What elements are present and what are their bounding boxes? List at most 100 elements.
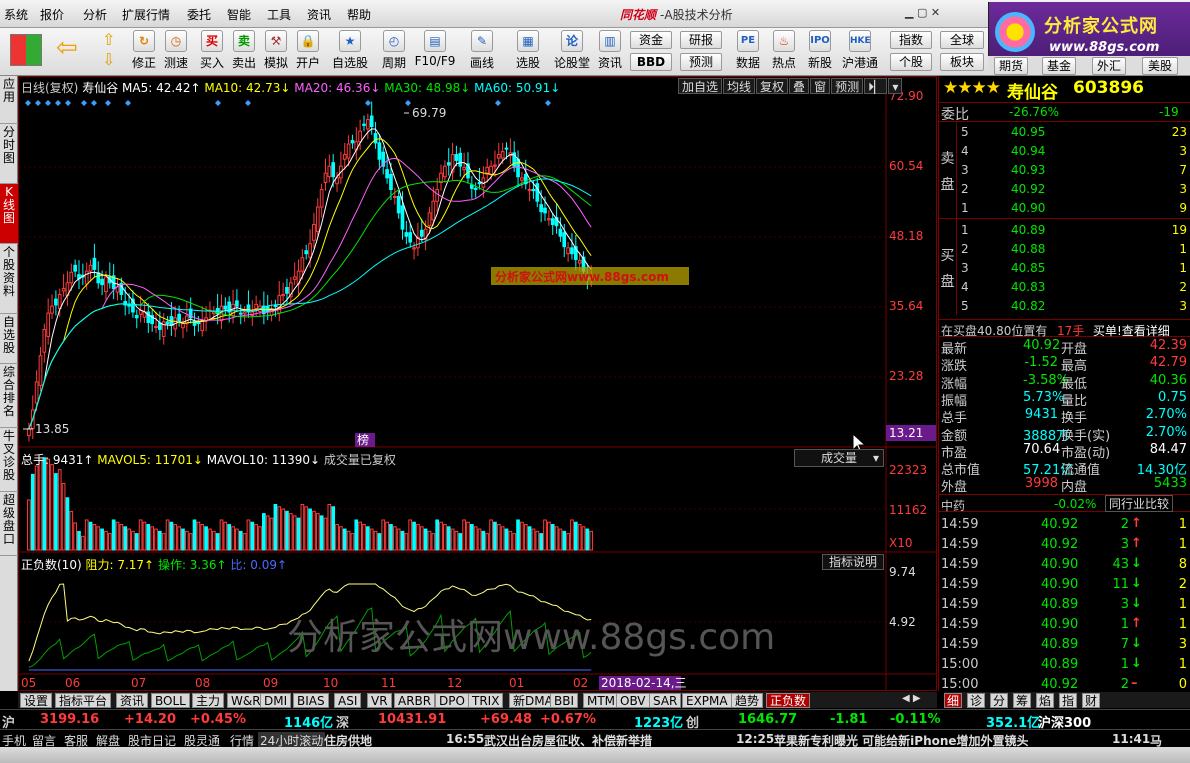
indicator-tab[interactable]: EXPMA — [682, 693, 732, 708]
us-stock-button[interactable]: 美股 — [1142, 57, 1178, 75]
add-watchlist-button[interactable]: 加自选 — [678, 78, 723, 94]
futures-button[interactable]: 期货 — [994, 57, 1028, 75]
capital-button[interactable]: 资金 — [630, 31, 672, 49]
order-row[interactable]: 3 40.85 1 — [939, 259, 1190, 277]
right-tab[interactable]: 细 — [944, 693, 962, 708]
forecast-button[interactable]: 预测 — [680, 53, 722, 71]
side-tab-watchlist[interactable]: 自选股 — [0, 314, 18, 364]
watchlist-button[interactable]: ★ 自选股 — [330, 30, 370, 71]
indicator-tab[interactable]: VR — [367, 693, 392, 708]
indicator-tab[interactable]: TRIX — [468, 693, 504, 708]
back-arrow-icon[interactable]: ⇦ — [56, 34, 86, 64]
down-arrow-icon[interactable]: ⇩ — [102, 50, 115, 69]
tab-scroll-arrows[interactable]: ◀ ▶ — [902, 693, 921, 704]
fix-button[interactable]: ↻ 修正 — [128, 30, 160, 71]
sz-index[interactable]: 10431.91 — [378, 712, 446, 727]
order-row[interactable]: 2 40.88 1 — [939, 240, 1190, 258]
more-chevron-icon[interactable]: ▾ — [888, 78, 903, 94]
menu-tools[interactable]: 工具 — [267, 6, 291, 23]
up-arrow-icon[interactable]: ⇧ — [102, 30, 115, 49]
ma-button[interactable]: 均线 — [723, 78, 756, 94]
indicator-tab[interactable]: SAR — [649, 693, 682, 708]
volume-select[interactable]: 成交量 ▾ — [794, 449, 884, 467]
indicator-tab[interactable]: 设置 — [20, 693, 53, 708]
sh-index[interactable]: 3199.16 — [40, 712, 99, 727]
indicator-tab[interactable]: BBI — [550, 693, 579, 708]
order-row[interactable]: 1 40.89 19 — [939, 221, 1190, 239]
menu-trade[interactable]: 委托 — [187, 6, 211, 23]
indicator-tab[interactable]: MTM — [583, 693, 620, 708]
research-button[interactable]: 研报 — [680, 31, 722, 49]
side-tab-profile[interactable]: 个股资料 — [0, 244, 18, 314]
right-tab[interactable]: 分 — [990, 693, 1008, 708]
order-row[interactable]: 2 40.92 3 — [939, 180, 1190, 198]
menu-analysis[interactable]: 分析 — [83, 6, 107, 23]
draw-line-button[interactable]: ✎ 画线 — [466, 30, 498, 71]
window-button[interactable]: 窗 — [810, 78, 831, 94]
ipo-button[interactable]: IPO 新股 — [804, 30, 836, 71]
chart-area[interactable]: 69.79 13.85 72.90 60.54 48.18 35.64 23.2… — [18, 76, 937, 691]
right-tab[interactable]: 焰 — [1036, 693, 1054, 708]
bbd-button[interactable]: BBD — [630, 53, 672, 71]
side-tab-diagnosis[interactable]: 牛叉诊股 — [0, 428, 18, 492]
windows-logo-icon[interactable] — [10, 34, 42, 66]
menu-quote[interactable]: 报价 — [40, 6, 64, 23]
kline-chart[interactable]: 69.79 13.85 72.90 60.54 48.18 35.64 23.2… — [19, 77, 936, 690]
menu-news[interactable]: 资讯 — [307, 6, 331, 23]
side-tab-intraday[interactable]: 分时图 — [0, 124, 18, 184]
speedtest-button[interactable]: ◷ 测速 — [160, 30, 192, 71]
period-button[interactable]: ◴ 周期 — [378, 30, 410, 71]
indicator-tab[interactable]: OBV — [616, 693, 650, 708]
window-controls[interactable]: ▁ ▢ ✕ — [905, 6, 940, 19]
f10-button[interactable]: ▤ F10/F9 — [414, 30, 456, 68]
forecast-tool-button[interactable]: 预测 — [831, 78, 864, 94]
indicator-tab[interactable]: BIAS — [293, 693, 329, 708]
queue-row[interactable]: 在买盘40.80位置有 17手 买单!查看详细 — [939, 319, 1190, 338]
side-tab-super-order[interactable]: 超级盘口 — [0, 492, 18, 556]
indicator-tab[interactable]: ARBR — [394, 693, 436, 708]
index-button[interactable]: 指数 — [890, 31, 932, 49]
indicator-help-button[interactable]: 指标说明 — [822, 554, 885, 570]
menu-system[interactable]: 系统 — [4, 6, 28, 23]
indicator-tab[interactable]: 正负数 — [766, 693, 811, 708]
right-tab[interactable]: 财 — [1082, 693, 1100, 708]
indicator-tab[interactable]: BOLL — [151, 693, 190, 708]
sector-button[interactable]: 板块 — [940, 53, 984, 71]
menu-extended[interactable]: 扩展行情 — [122, 6, 170, 23]
stock-button[interactable]: 个股 — [890, 53, 932, 71]
order-row[interactable]: 3 40.93 7 — [939, 161, 1190, 179]
expand-icon[interactable]: ⏵▏ — [864, 78, 888, 94]
indicator-tab[interactable]: 趋势 — [731, 693, 764, 708]
side-tab-app[interactable]: 应用 — [0, 76, 18, 124]
indicator-tab[interactable]: 指标平台 — [55, 693, 112, 708]
hk-connect-button[interactable]: HKE 沪港通 — [840, 30, 880, 71]
indicator-tab[interactable]: W&R — [227, 693, 265, 708]
side-tab-ranking[interactable]: 综合排名 — [0, 364, 18, 428]
order-row[interactable]: 5 40.95 23 — [939, 123, 1190, 141]
forum-button[interactable]: 论论股堂 — [552, 30, 592, 71]
buy-button[interactable]: 买买入 — [196, 30, 228, 71]
order-row[interactable]: 1 40.90 9 — [939, 199, 1190, 217]
order-row[interactable]: 4 40.83 2 — [939, 278, 1190, 296]
global-button[interactable]: 全球 — [940, 31, 984, 49]
menu-smart[interactable]: 智能 — [227, 6, 251, 23]
overlay-button[interactable]: 叠 — [789, 78, 810, 94]
right-tab[interactable]: 筹 — [1013, 693, 1031, 708]
indicator-tab[interactable]: DPO — [435, 693, 469, 708]
indicator-tab[interactable]: 主力 — [192, 693, 225, 708]
adjust-button[interactable]: 复权 — [756, 78, 789, 94]
indicator-tab[interactable]: ASI — [334, 693, 362, 708]
cy-index[interactable]: 1646.77 — [738, 712, 797, 727]
hotspot-button[interactable]: ♨ 热点 — [768, 30, 800, 71]
forex-button[interactable]: 外汇 — [1092, 57, 1126, 75]
fund-button[interactable]: 基金 — [1042, 57, 1076, 75]
stock-picker-button[interactable]: ▦ 选股 — [512, 30, 544, 71]
industry-compare-button[interactable]: 同行业比较 — [1105, 495, 1173, 512]
side-tab-kline[interactable]: K线图 — [0, 184, 18, 244]
indicator-tab[interactable]: DMI — [260, 693, 292, 708]
right-tab[interactable]: 指 — [1059, 693, 1077, 708]
sell-button[interactable]: 卖卖出 — [228, 30, 260, 71]
simulate-button[interactable]: ⚒ 模拟 — [260, 30, 292, 71]
menu-help[interactable]: 帮助 — [347, 6, 371, 23]
order-row[interactable]: 5 40.82 3 — [939, 297, 1190, 315]
